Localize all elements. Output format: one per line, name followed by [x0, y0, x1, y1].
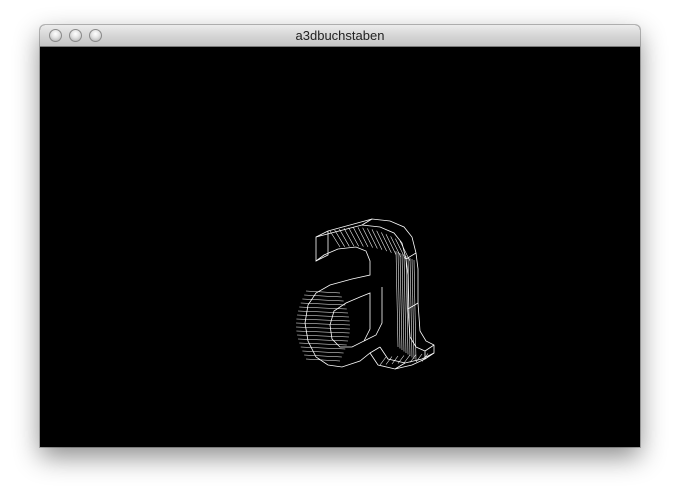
- wire-segment: [296, 330, 350, 334]
- wire-segment: [305, 290, 341, 294]
- wire-segment: [367, 228, 378, 249]
- wire-segment: [376, 230, 387, 252]
- window-title: a3dbuchstaben: [295, 28, 385, 43]
- wire-segment: [304, 354, 342, 358]
- wire-segment: [329, 230, 341, 248]
- wire-segment: [371, 229, 383, 250]
- wire-segment: [296, 326, 350, 330]
- render-canvas[interactable]: [40, 47, 640, 447]
- wire-segment: [304, 294, 342, 298]
- wire-segment: [362, 227, 373, 248]
- wire-segment: [298, 310, 348, 314]
- wire-segment: [296, 318, 350, 322]
- app-window: a3dbuchstaben: [40, 25, 640, 447]
- wire-segment: [401, 253, 405, 352]
- wire-segment: [299, 342, 347, 346]
- wire-segment: [300, 346, 346, 350]
- wire-segment: [305, 358, 341, 362]
- wire-segment: [348, 227, 359, 247]
- wire-segment: [395, 250, 399, 348]
- wire-segment: [297, 314, 349, 318]
- wire-segment: [379, 356, 387, 366]
- wire-segment: [357, 227, 369, 248]
- title-bar[interactable]: a3dbuchstaben: [40, 25, 640, 47]
- wire-segment: [334, 229, 345, 247]
- wire-segment: [343, 228, 355, 247]
- wire-segment: [399, 252, 403, 351]
- wire-segment: [397, 251, 401, 349]
- wire-segment: [298, 338, 348, 342]
- wire-segment: [302, 350, 344, 354]
- wire-segment: [353, 227, 364, 247]
- wire-segment: [339, 228, 350, 247]
- wire-segment: [403, 254, 407, 354]
- wire-segment: [300, 302, 346, 306]
- wire-segment: [302, 298, 344, 302]
- wire-segment: [411, 258, 415, 360]
- wire-segment: [297, 334, 349, 338]
- wire-segment: [296, 322, 350, 326]
- wireframe-letter: [296, 218, 435, 370]
